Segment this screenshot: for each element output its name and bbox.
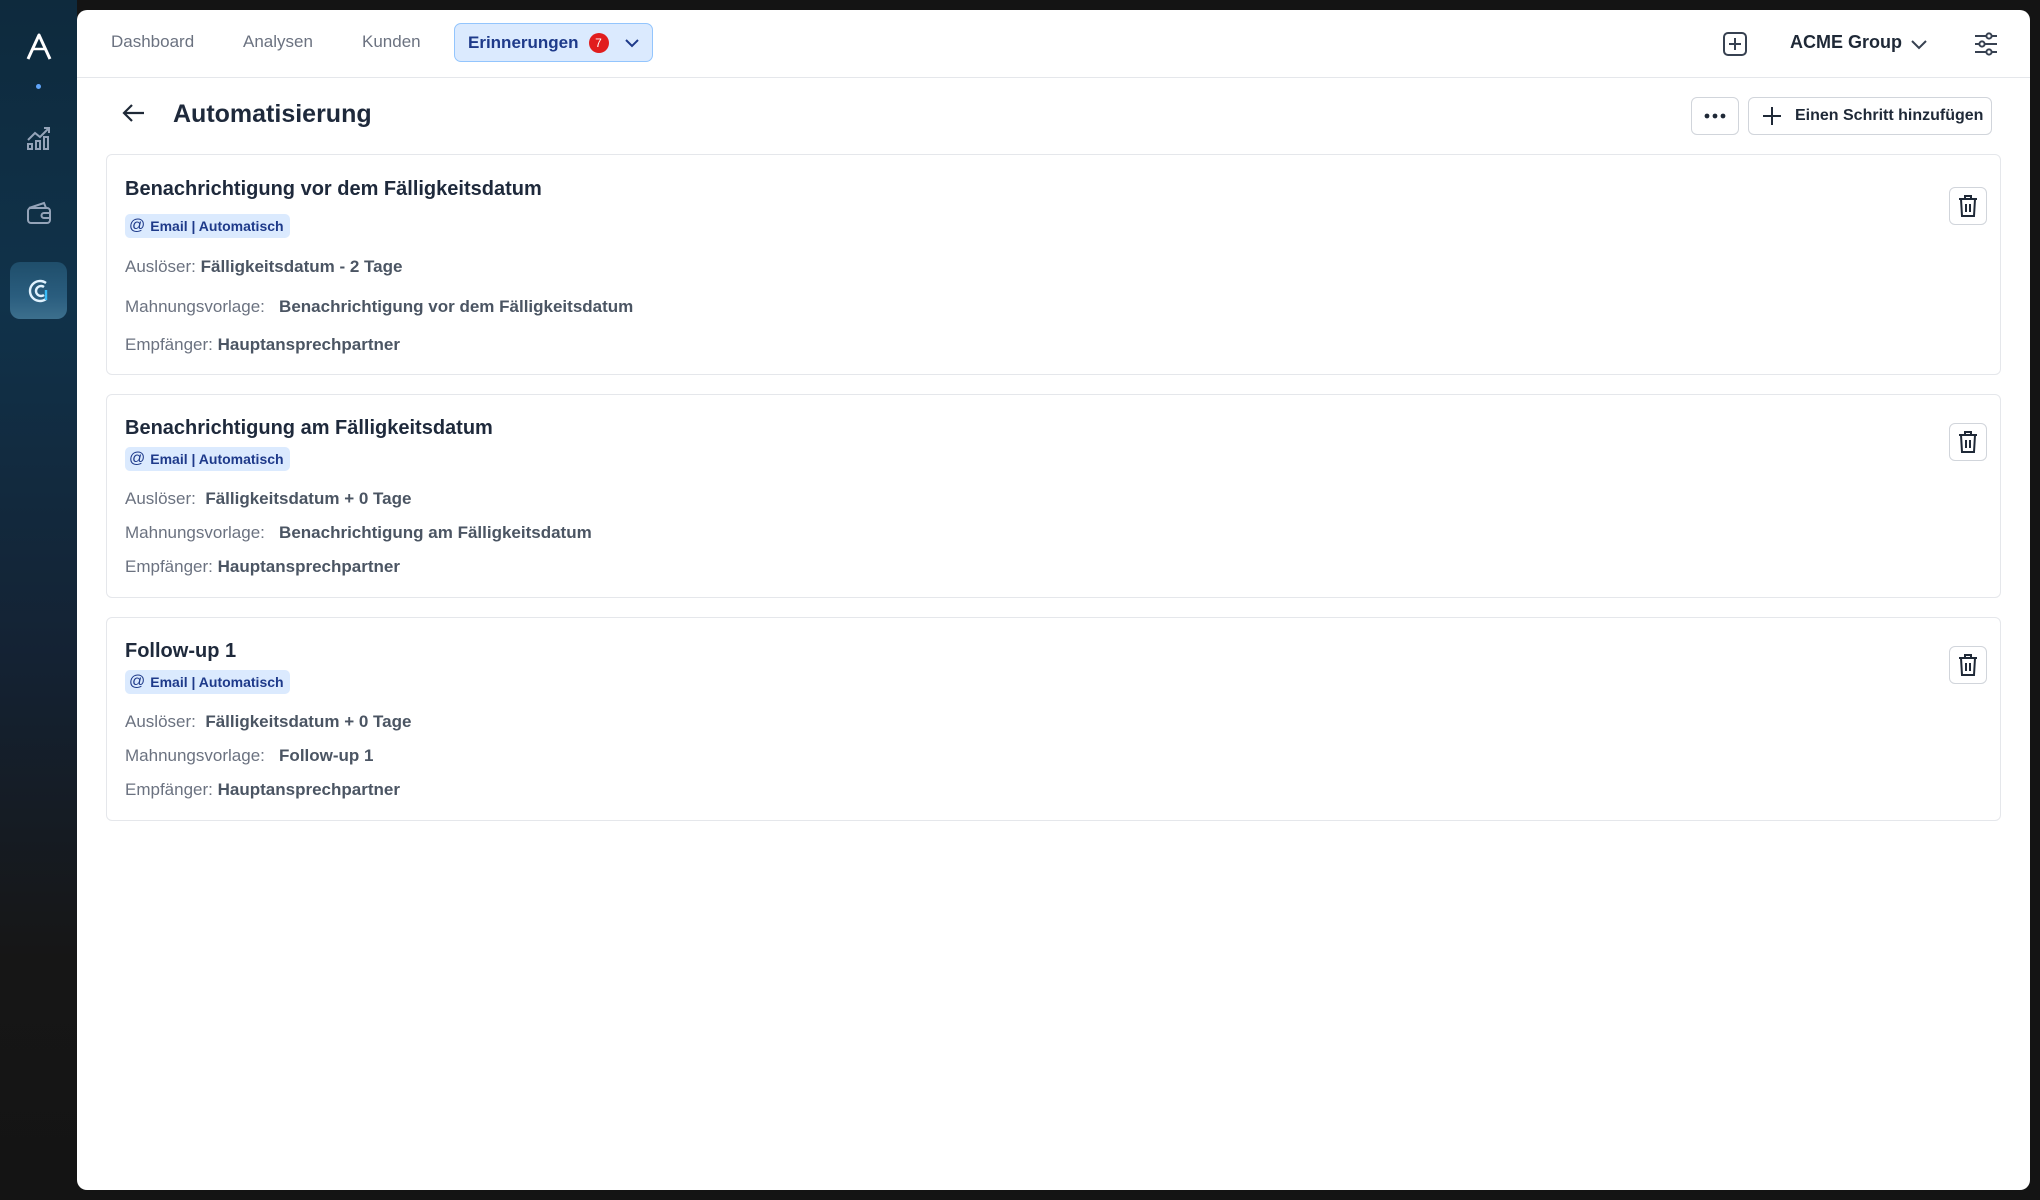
back-arrow-icon[interactable] [119,98,149,128]
trigger-row: Auslöser: Fälligkeitsdatum - 2 Tage [125,257,402,277]
template-label: Mahnungsvorlage: [125,746,265,765]
trigger-value: Fälligkeitsdatum - 2 Tage [200,257,403,276]
rail-indicator-dot [36,84,41,89]
trash-icon [1959,195,1977,217]
trigger-value: Fälligkeitsdatum + 0 Tage [205,712,412,731]
channel-chip-label: Email | Automatisch [150,674,284,690]
top-navigation: Dashboard Analysen Kunden Erinnerungen 7… [77,10,2030,78]
step-card: Follow-up 1 @ Email | Automatisch Auslös… [106,617,2001,821]
recipient-value: Hauptansprechpartner [217,335,400,354]
delete-step-button[interactable] [1949,423,1987,461]
trigger-row: Auslöser: Fälligkeitsdatum + 0 Tage [125,489,411,509]
rail-item-reminders[interactable] [10,262,67,319]
trigger-label: Auslöser: [125,712,196,731]
delete-step-button[interactable] [1949,187,1987,225]
trigger-label: Auslöser: [125,489,196,508]
step-title: Benachrichtigung vor dem Fälligkeitsdatu… [125,178,542,200]
plus-icon [1761,105,1783,127]
nav-erinnerungen-label: Erinnerungen [468,32,579,52]
recipient-label: Empfänger: [125,557,213,576]
chevron-down-icon[interactable] [1909,34,1929,59]
more-options-button[interactable] [1691,97,1739,135]
trigger-row: Auslöser: Fälligkeitsdatum + 0 Tage [125,712,411,732]
main-panel: Dashboard Analysen Kunden Erinnerungen 7… [77,10,2030,1190]
add-step-label: Einen Schritt hinzufügen [1795,107,1984,124]
recipient-row: Empfänger: Hauptansprechpartner [125,780,400,800]
nav-analysen[interactable]: Analysen [243,32,313,52]
channel-chip: @ Email | Automatisch [125,447,290,471]
nav-erinnerungen[interactable]: Erinnerungen 7 [454,23,653,62]
reminder-logo-icon [28,279,47,302]
channel-chip: @ Email | Automatisch [125,670,290,694]
at-icon: @ [129,217,146,234]
recipient-value: Hauptansprechpartner [217,557,400,576]
template-label: Mahnungsvorlage: [125,523,265,542]
template-row: Mahnungsvorlage: Follow-up 1 [125,746,373,766]
chart-icon [26,126,50,150]
app-rail [0,0,77,1200]
step-title: Follow-up 1 [125,640,237,662]
template-row: Mahnungsvorlage: Benachrichtigung am Fäl… [125,523,592,543]
add-square-icon[interactable] [1720,29,1750,59]
channel-chip-label: Email | Automatisch [150,218,284,234]
recipient-row: Empfänger: Hauptansprechpartner [125,335,400,355]
trash-icon [1959,431,1977,453]
template-row: Mahnungsvorlage: Benachrichtigung vor de… [125,297,633,317]
chevron-down-icon [623,34,641,52]
add-step-button[interactable]: Einen Schritt hinzufügen [1748,97,1992,135]
step-card: Benachrichtigung vor dem Fälligkeitsdatu… [106,154,2001,375]
recipient-label: Empfänger: [125,335,213,354]
at-icon: @ [129,450,146,467]
template-value: Benachrichtigung am Fälligkeitsdatum [279,523,592,542]
template-value: Follow-up 1 [279,746,374,765]
recipient-value: Hauptansprechpartner [217,780,400,799]
template-value: Benachrichtigung vor dem Fälligkeitsdatu… [279,297,634,316]
trigger-value: Fälligkeitsdatum + 0 Tage [205,489,412,508]
delete-step-button[interactable] [1949,646,1987,684]
page-header: Automatisierung Einen Schritt hinzufügen [77,78,2030,158]
rail-item-wallet[interactable] [10,184,67,241]
nav-kunden[interactable]: Kunden [362,32,421,52]
page-title: Automatisierung [173,100,372,128]
recipient-label: Empfänger: [125,780,213,799]
step-title: Benachrichtigung am Fälligkeitsdatum [125,417,493,439]
wallet-icon [26,201,51,224]
channel-chip: @ Email | Automatisch [125,214,290,238]
settings-sliders-icon[interactable] [1971,29,2001,59]
notification-badge: 7 [588,32,609,53]
rail-item-analytics[interactable] [10,108,67,165]
template-label: Mahnungsvorlage: [125,297,265,316]
channel-chip-label: Email | Automatisch [150,451,284,467]
org-switcher-label[interactable]: ACME Group [1790,32,1902,53]
recipient-row: Empfänger: Hauptansprechpartner [125,557,400,577]
step-card: Benachrichtigung am Fälligkeitsdatum @ E… [106,394,2001,598]
trigger-label: Auslöser: [125,257,196,276]
at-icon: @ [129,673,146,690]
trash-icon [1959,654,1977,676]
more-dots-icon [1704,113,1726,119]
app-logo-icon[interactable] [18,26,60,68]
nav-dashboard[interactable]: Dashboard [111,32,194,52]
